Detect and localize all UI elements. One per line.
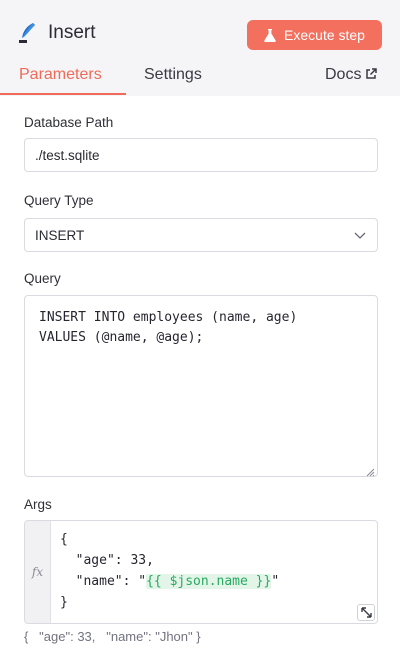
args-line-4: }: [60, 595, 68, 610]
tab-bar: Parameters Settings Docs: [0, 64, 400, 96]
database-path-label: Database Path: [24, 115, 114, 130]
docs-link[interactable]: Docs: [325, 66, 378, 84]
docs-label: Docs: [325, 66, 362, 83]
node-header: Insert Execute step Parameters Settings …: [0, 0, 400, 96]
resize-grip-icon[interactable]: [365, 464, 375, 477]
args-label: Args: [24, 497, 52, 512]
expand-editor-button[interactable]: [357, 604, 375, 621]
query-label: Query: [24, 271, 61, 286]
expression-fx-badge: fx: [25, 521, 51, 623]
query-type-label: Query Type: [24, 193, 94, 208]
chevron-down-icon: [354, 229, 366, 241]
external-link-icon: [365, 67, 378, 79]
query-type-value: INSERT: [35, 227, 85, 243]
database-path-input[interactable]: ./test.sqlite: [24, 138, 378, 172]
query-type-select[interactable]: INSERT: [24, 218, 378, 252]
json-name-expression: {{ $json.name }}: [146, 574, 272, 589]
database-path-value: ./test.sqlite: [35, 147, 100, 163]
args-line-3-suffix: ": [271, 574, 280, 589]
execute-step-button[interactable]: Execute step: [247, 20, 382, 50]
args-line-2: "age": 33,: [60, 553, 154, 568]
args-line-3: "name": "{{ $json.name }}": [60, 571, 279, 592]
title-row: Insert: [18, 20, 96, 46]
args-line-3-prefix: "name": ": [60, 574, 147, 589]
node-title: Insert: [48, 22, 96, 43]
args-code: { "age": 33, "name": "{{ $json.name }}"}: [60, 529, 279, 613]
expand-icon: [360, 607, 372, 618]
active-tab-indicator: [0, 93, 126, 95]
tab-settings[interactable]: Settings: [144, 66, 202, 84]
args-editor[interactable]: fx { "age": 33, "name": "{{ $json.name }…: [24, 520, 378, 624]
query-editor[interactable]: INSERT INTO employees (name, age) VALUES…: [24, 295, 378, 477]
feather-quill-icon: [18, 22, 38, 44]
flask-icon: [264, 28, 276, 42]
args-line-1: {: [60, 532, 68, 547]
tab-parameters[interactable]: Parameters: [19, 66, 102, 84]
query-line-1: INSERT INTO employees (name, age): [39, 310, 298, 325]
args-preview-result: { "age": 33, "name": "Jhon" }: [24, 629, 201, 644]
execute-step-label: Execute step: [284, 27, 365, 43]
query-line-2: VALUES (@name, @age);: [39, 330, 204, 345]
